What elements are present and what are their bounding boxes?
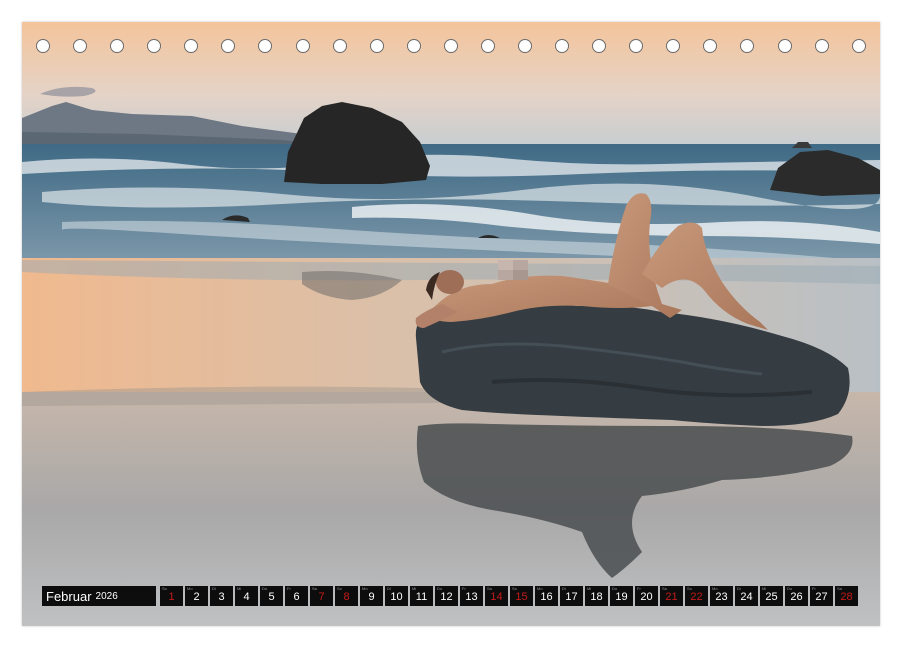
- binding-hole: [629, 39, 644, 53]
- binding-hole: [518, 39, 533, 53]
- day-number: 18: [590, 591, 603, 603]
- binding-hole: [36, 39, 50, 53]
- day-cell: Sa 7: [310, 586, 333, 606]
- day-cell: Mo 16: [535, 586, 558, 606]
- day-number: 16: [540, 591, 553, 603]
- day-number: 11: [415, 591, 428, 603]
- binding-hole: [295, 39, 310, 53]
- day-cell: Do 26: [785, 586, 808, 606]
- day-cell: Sa 14: [485, 586, 508, 606]
- day-cell: Fr 27: [810, 586, 833, 606]
- binding-hole: [703, 39, 718, 53]
- binding-hole: [73, 39, 88, 53]
- day-number: 23: [715, 591, 728, 603]
- day-number: 15: [515, 591, 528, 603]
- day-cell: Mi 18: [585, 586, 608, 606]
- binding-hole: [666, 39, 681, 53]
- day-cell: Di 3: [210, 586, 233, 606]
- day-number: 14: [490, 591, 503, 603]
- binding-hole: [777, 39, 792, 53]
- day-number: 28: [840, 591, 853, 603]
- day-cell: Fr 13: [460, 586, 483, 606]
- month-year: 2026: [95, 590, 118, 602]
- day-cell: Fr 20: [635, 586, 658, 606]
- day-cell: Di 17: [560, 586, 583, 606]
- binding-hole: [369, 39, 384, 53]
- day-cell: So 1: [160, 586, 183, 606]
- binding-hole: [332, 39, 347, 53]
- day-cell: Mo 2: [185, 586, 208, 606]
- binding-hole: [851, 39, 866, 53]
- day-number: 5: [268, 591, 275, 603]
- day-cell: Do 19: [610, 586, 633, 606]
- day-cell: Do 5: [260, 586, 283, 606]
- day-cells: So 1 Mo 2 Di 3 Mi 4 Do 5 Fr 6 Sa 7 So 8 Mo 9 Di 10 Mi 11 Do 12 F…: [158, 586, 858, 606]
- binding-hole: [555, 39, 570, 53]
- binding-hole: [740, 39, 755, 53]
- binding-hole: [406, 39, 421, 53]
- spiral-binding: [36, 39, 866, 57]
- day-number: 7: [318, 591, 325, 603]
- binding-hole: [443, 39, 458, 53]
- day-number: 10: [390, 591, 403, 603]
- day-number: 9: [368, 591, 375, 603]
- day-number: 6: [293, 591, 300, 603]
- day-number: 1: [168, 591, 175, 603]
- binding-hole: [480, 39, 495, 53]
- day-number: 17: [565, 591, 578, 603]
- day-cell: So 15: [510, 586, 533, 606]
- day-number: 8: [343, 591, 350, 603]
- binding-hole: [147, 39, 162, 53]
- day-cell: Sa 28: [835, 586, 858, 606]
- calendar-strip: Februar 2026 So 1 Mo 2 Di 3 Mi 4 Do 5 Fr 6 Sa 7 So 8 Mo 9…: [42, 586, 858, 606]
- day-cell: Mo 23: [710, 586, 733, 606]
- binding-hole: [221, 39, 236, 53]
- binding-hole: [814, 39, 829, 53]
- binding-hole: [592, 39, 607, 53]
- binding-hole: [110, 39, 125, 53]
- binding-hole: [258, 39, 273, 53]
- day-cell: Di 24: [735, 586, 758, 606]
- day-number: 25: [765, 591, 778, 603]
- day-number: 19: [615, 591, 628, 603]
- day-number: 26: [790, 591, 803, 603]
- day-number: 4: [243, 591, 250, 603]
- month-label: Februar 2026: [42, 586, 156, 606]
- day-cell: Mi 11: [410, 586, 433, 606]
- day-number: 13: [465, 591, 478, 603]
- day-cell: So 8: [335, 586, 358, 606]
- day-number: 27: [815, 591, 828, 603]
- calendar-page: Februar 2026 So 1 Mo 2 Di 3 Mi 4 Do 5 Fr 6 Sa 7 So 8 Mo 9…: [22, 22, 880, 626]
- day-cell: Do 12: [435, 586, 458, 606]
- month-name: Februar: [46, 588, 92, 604]
- day-number: 20: [640, 591, 653, 603]
- day-cell: Mo 9: [360, 586, 383, 606]
- binding-hole: [184, 39, 199, 53]
- day-cell: Mi 25: [760, 586, 783, 606]
- day-cell: Mi 4: [235, 586, 258, 606]
- day-cell: Fr 6: [285, 586, 308, 606]
- day-number: 2: [193, 591, 200, 603]
- day-number: 12: [440, 591, 453, 603]
- day-number: 22: [690, 591, 703, 603]
- day-cell: Di 10: [385, 586, 408, 606]
- day-number: 21: [665, 591, 678, 603]
- figure-head: [436, 270, 464, 294]
- day-cell: Sa 21: [660, 586, 683, 606]
- day-cell: So 22: [685, 586, 708, 606]
- day-number: 3: [218, 591, 225, 603]
- beach-photo: [22, 22, 880, 626]
- day-number: 24: [740, 591, 753, 603]
